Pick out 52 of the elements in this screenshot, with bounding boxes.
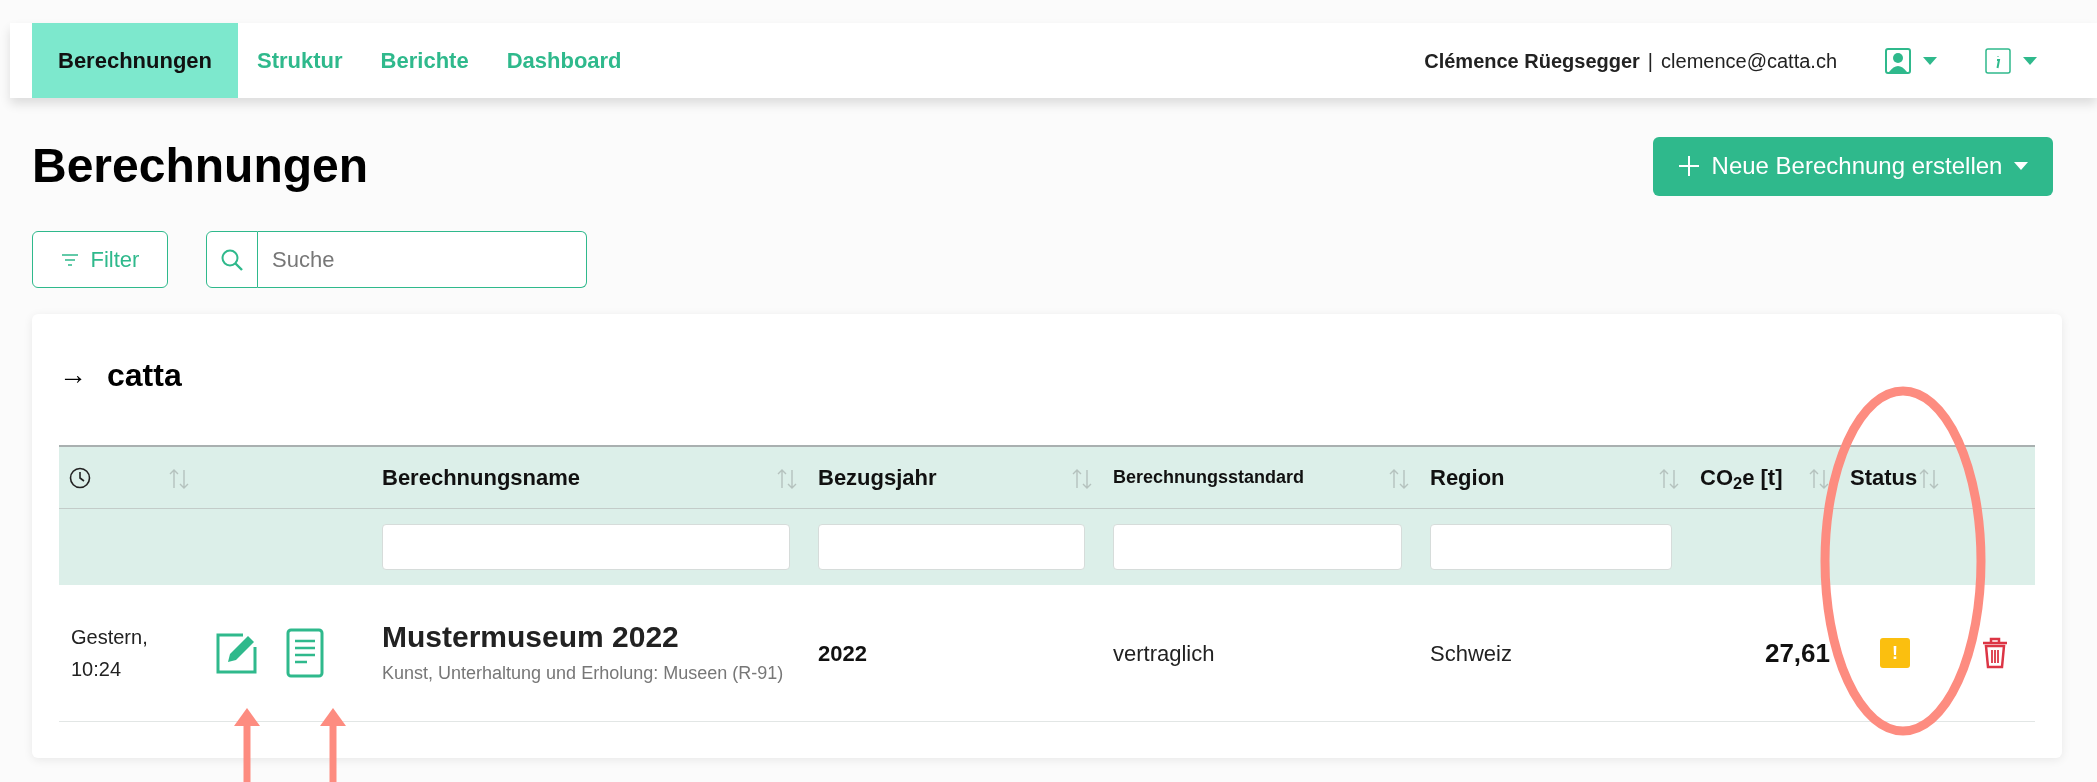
sort-icon[interactable] bbox=[1388, 467, 1410, 490]
user-menu-button[interactable] bbox=[1885, 47, 1937, 74]
search-icon-box[interactable] bbox=[206, 231, 258, 288]
info-menu-button[interactable] bbox=[1985, 47, 2037, 74]
separator: | bbox=[1647, 48, 1654, 74]
column-header: Berechnungsstandard bbox=[1113, 466, 1305, 489]
nav-tab[interactable]: Dashboard bbox=[487, 23, 641, 98]
user-email: clemence@catta.ch bbox=[1661, 48, 1837, 74]
caret-icon bbox=[1923, 56, 1937, 65]
arrow-symbol: → bbox=[59, 358, 87, 392]
caret-icon bbox=[2014, 162, 2029, 170]
filter-icon bbox=[60, 253, 79, 266]
search-field[interactable]: Suche bbox=[258, 231, 587, 288]
column-filter-field[interactable] bbox=[818, 524, 1085, 570]
document-icon[interactable] bbox=[286, 628, 324, 678]
info-icon bbox=[1985, 47, 2011, 74]
column-header: Berechnungsname bbox=[382, 464, 581, 492]
nav-tab[interactable]: Berichte bbox=[361, 23, 488, 98]
search-icon bbox=[220, 247, 244, 272]
table-cell: 2022 bbox=[818, 640, 867, 666]
filter-button[interactable]: Filter bbox=[32, 231, 168, 288]
user-name: Clémence Rüegsegger bbox=[1424, 48, 1640, 74]
timestamp: Gestern, 10:24 bbox=[71, 625, 149, 682]
column-filter-field[interactable] bbox=[1430, 524, 1672, 570]
new-calculation-button[interactable]: Neue Berechnung erstellen bbox=[1653, 136, 2053, 196]
category-text: Kunst, Unterhaltung und Erholung: Museen (R-91) bbox=[382, 661, 785, 685]
table-cell-text: 27,61 bbox=[1764, 636, 1830, 670]
sort-icon[interactable] bbox=[1808, 467, 1830, 490]
delete-icon[interactable] bbox=[1982, 637, 2008, 669]
sort-icon[interactable] bbox=[1071, 467, 1093, 490]
sort-icon[interactable] bbox=[168, 467, 190, 490]
column-filter-field[interactable] bbox=[1113, 524, 1402, 570]
table-cell: vertraglich bbox=[1113, 640, 1215, 666]
calculation-name[interactable]: Mustermuseum 2022 bbox=[382, 616, 788, 657]
page-title: Berechnungen bbox=[32, 138, 369, 194]
column-header: Region bbox=[1430, 464, 1505, 492]
sort-icon[interactable] bbox=[1918, 467, 1940, 490]
nav-tab[interactable]: Berechnungen bbox=[32, 23, 239, 98]
nav-tab[interactable]: Struktur bbox=[238, 23, 362, 98]
plus-icon bbox=[1677, 155, 1700, 177]
warning-badge: ! bbox=[1880, 638, 1910, 668]
sort-icon[interactable] bbox=[776, 467, 798, 490]
user-icon bbox=[1885, 47, 1911, 74]
column-filter-field[interactable] bbox=[382, 524, 790, 570]
column-header: Status bbox=[1850, 464, 1918, 492]
column-header: Bezugsjahr bbox=[818, 464, 937, 492]
column-header: CO$_{2}$e [t] bbox=[1700, 464, 1783, 494]
group-name: catta bbox=[107, 356, 182, 395]
sort-icon[interactable] bbox=[1658, 467, 1680, 490]
table-cell: Schweiz bbox=[1430, 640, 1512, 666]
clock-icon bbox=[69, 466, 91, 489]
caret-icon bbox=[2023, 56, 2037, 65]
